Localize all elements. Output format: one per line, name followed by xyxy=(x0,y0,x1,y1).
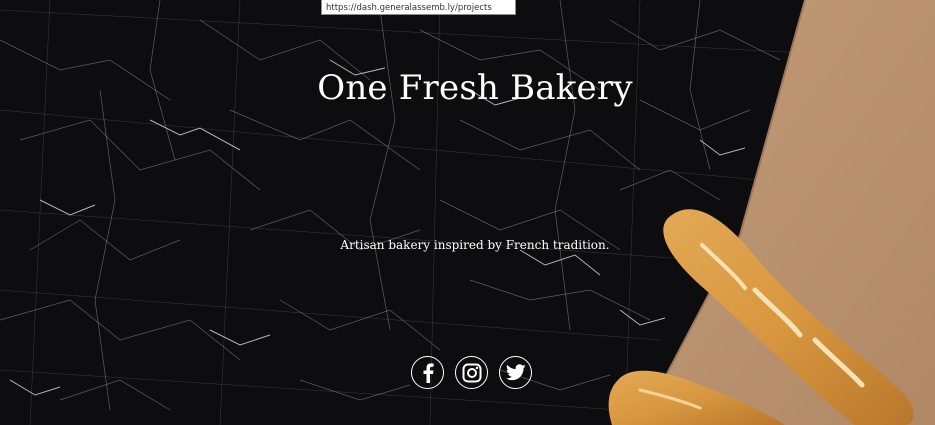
page-title: One Fresh Bakery xyxy=(317,68,633,108)
facebook-icon xyxy=(423,362,434,383)
hero-section: https://dash.generalassemb.ly/projects O… xyxy=(0,0,935,425)
link-url-tooltip: https://dash.generalassemb.ly/projects xyxy=(321,0,516,15)
twitter-link[interactable] xyxy=(499,356,532,389)
twitter-icon xyxy=(505,364,526,381)
facebook-link[interactable] xyxy=(411,356,444,389)
social-links xyxy=(411,356,532,389)
tagline: Artisan bakery inspired by French tradit… xyxy=(340,238,610,252)
instagram-link[interactable] xyxy=(455,356,488,389)
instagram-icon xyxy=(462,363,481,382)
